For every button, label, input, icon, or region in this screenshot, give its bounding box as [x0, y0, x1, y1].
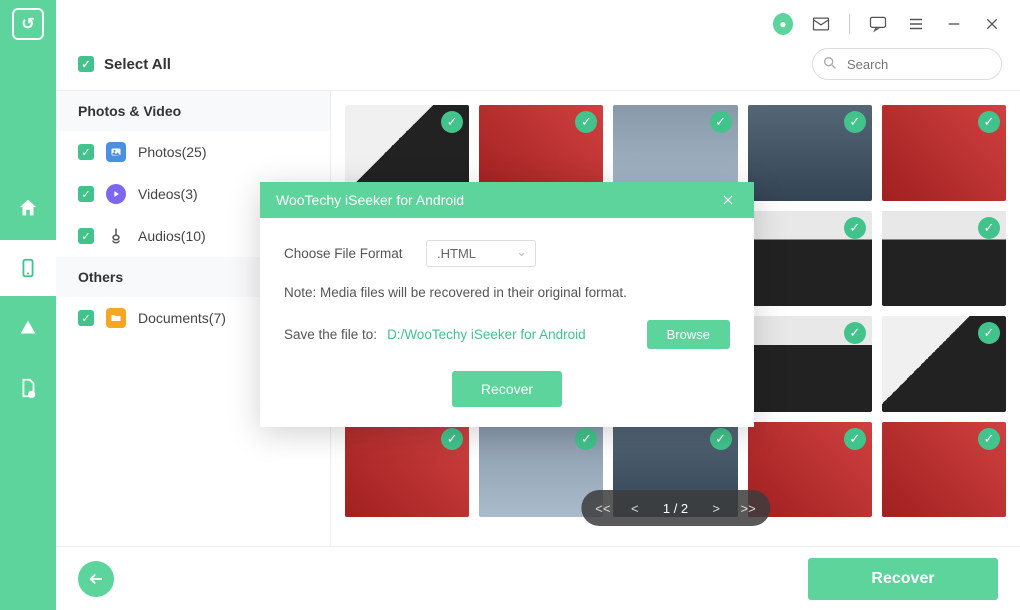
- cloud-icon: [17, 317, 39, 339]
- dialog-recover-button[interactable]: Recover: [452, 371, 562, 407]
- checkbox-icon: ✓: [78, 56, 94, 72]
- search-input[interactable]: [812, 48, 1002, 80]
- pager-prev[interactable]: <: [621, 494, 649, 522]
- menu-icon[interactable]: [906, 14, 926, 34]
- app-logo: ↺: [12, 8, 44, 40]
- checkbox-icon: ✓: [78, 228, 94, 244]
- save-path: D:/WooTechy iSeeker for Android: [387, 327, 637, 342]
- check-badge-icon: ✓: [844, 322, 866, 344]
- minimize-icon[interactable]: [944, 14, 964, 34]
- rail-device[interactable]: [0, 240, 56, 296]
- export-dialog: WooTechy iSeeker for Android Choose File…: [260, 182, 754, 427]
- photo-icon: [106, 142, 126, 162]
- browse-button[interactable]: Browse: [647, 320, 730, 349]
- thumbnail[interactable]: ✓: [748, 211, 872, 307]
- choose-format-label: Choose File Format: [284, 246, 414, 261]
- rail-cloud[interactable]: [0, 300, 56, 356]
- close-icon: [721, 193, 735, 207]
- check-badge-icon: ✓: [710, 111, 732, 133]
- select-all-label: Select All: [104, 56, 171, 73]
- checkbox-icon: ✓: [78, 144, 94, 160]
- thumbnail[interactable]: ✓: [748, 316, 872, 412]
- check-badge-icon: ✓: [844, 428, 866, 450]
- close-icon[interactable]: [982, 14, 1002, 34]
- account-icon[interactable]: ●: [773, 14, 793, 34]
- check-badge-icon: ✓: [978, 217, 1000, 239]
- svg-text:!: !: [31, 392, 32, 397]
- sidebar-item-label: Videos(3): [138, 186, 198, 202]
- check-badge-icon: ✓: [978, 428, 1000, 450]
- thumbnail[interactable]: ✓: [882, 422, 1006, 518]
- mail-icon[interactable]: [811, 14, 831, 34]
- check-badge-icon: ✓: [844, 217, 866, 239]
- thumbnail[interactable]: ✓: [748, 105, 872, 201]
- feedback-icon[interactable]: [868, 14, 888, 34]
- dialog-close-button[interactable]: [718, 190, 738, 210]
- pager-first[interactable]: <<: [589, 494, 617, 522]
- rail-home[interactable]: [0, 180, 56, 236]
- sidebar-item-label: Documents(7): [138, 310, 226, 326]
- save-to-label: Save the file to:: [284, 327, 377, 342]
- check-badge-icon: ✓: [710, 428, 732, 450]
- checkbox-icon: ✓: [78, 310, 94, 326]
- dialog-note: Note: Media files will be recovered in t…: [284, 285, 730, 300]
- video-icon: [106, 184, 126, 204]
- pager-last[interactable]: >>: [734, 494, 762, 522]
- arrow-left-icon: [87, 570, 105, 588]
- folder-icon: [106, 308, 126, 328]
- format-select[interactable]: .HTML: [426, 240, 536, 267]
- separator: [849, 14, 850, 34]
- check-badge-icon: ✓: [575, 428, 597, 450]
- check-badge-icon: ✓: [844, 111, 866, 133]
- pager-text: 1 / 2: [653, 501, 698, 516]
- pager-next[interactable]: >: [702, 494, 730, 522]
- thumbnail[interactable]: ✓: [882, 211, 1006, 307]
- search-icon: [822, 55, 838, 76]
- section-photos-video: Photos & Video: [56, 91, 330, 131]
- pager: << < 1 / 2 > >>: [581, 490, 770, 526]
- audio-icon: [106, 226, 126, 246]
- thumbnail[interactable]: ✓: [882, 105, 1006, 201]
- select-all[interactable]: ✓ Select All: [78, 56, 171, 73]
- back-button[interactable]: [78, 561, 114, 597]
- recover-button[interactable]: Recover: [808, 558, 998, 600]
- sidebar-item-label: Photos(25): [138, 144, 206, 160]
- document-alert-icon: !: [17, 377, 39, 399]
- rail-doc[interactable]: !: [0, 360, 56, 416]
- checkbox-icon: ✓: [78, 186, 94, 202]
- sidebar-item-label: Audios(10): [138, 228, 206, 244]
- phone-icon: [17, 257, 39, 279]
- thumbnail[interactable]: ✓: [345, 422, 469, 518]
- home-icon: [17, 197, 39, 219]
- check-badge-icon: ✓: [978, 111, 1000, 133]
- dialog-title: WooTechy iSeeker for Android: [276, 192, 464, 208]
- sidebar-item-photos[interactable]: ✓ Photos(25): [56, 131, 330, 173]
- thumbnail[interactable]: ✓: [882, 316, 1006, 412]
- check-badge-icon: ✓: [441, 428, 463, 450]
- check-badge-icon: ✓: [978, 322, 1000, 344]
